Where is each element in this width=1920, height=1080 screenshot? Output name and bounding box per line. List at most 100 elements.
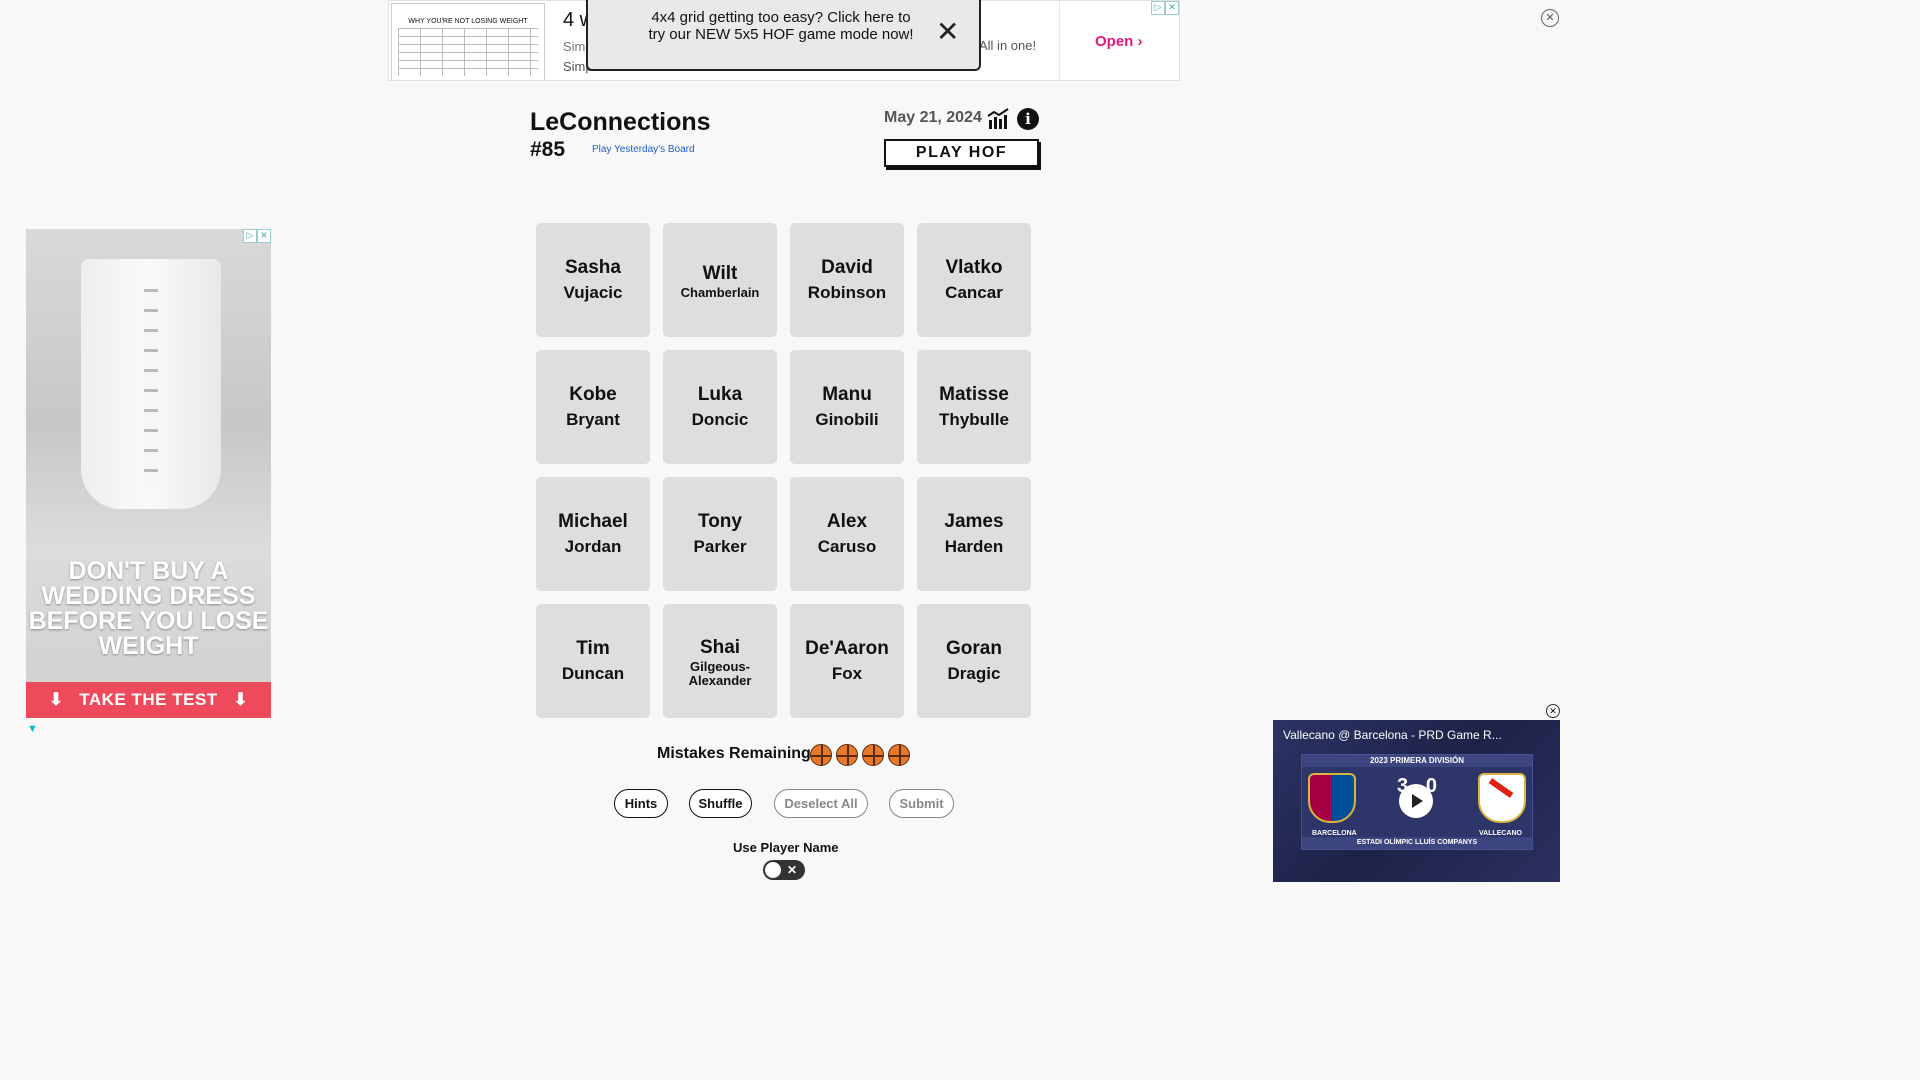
player-first-name: Wilt	[702, 262, 738, 284]
player-last-name: Vujacic	[563, 283, 623, 302]
ad-info-icon[interactable]: ▷	[1151, 1, 1165, 15]
toggle-knob	[765, 862, 781, 878]
arrow-down-icon: ⬇	[48, 690, 64, 709]
submit-button[interactable]: Submit	[889, 789, 954, 818]
stats-icon[interactable]	[987, 108, 1011, 130]
left-ad-headline: DON'T BUY A WEDDING DRESS BEFORE YOU LOS…	[28, 557, 269, 660]
ad-close-icon[interactable]: ✕	[257, 229, 271, 243]
player-first-name: Vlatko	[945, 257, 1003, 278]
away-team: VALLECANO	[1478, 830, 1522, 837]
ad-tagline: All in one!	[979, 38, 1037, 53]
close-icon[interactable]: ✕	[1541, 9, 1559, 27]
player-first-name: David	[821, 257, 873, 278]
ad-thumbnail-title: WHY YOU'RE NOT LOSING WEIGHT	[408, 18, 528, 25]
player-first-name: Sasha	[565, 257, 621, 278]
chevron-right-icon: ›	[1137, 33, 1143, 50]
ad-thumbnail-grid	[398, 28, 538, 76]
player-last-name: Bryant	[566, 410, 620, 429]
ad-thumbnail: WHY YOU'RE NOT LOSING WEIGHT	[391, 3, 545, 80]
basketball-icon	[862, 744, 884, 766]
yesterday-board-link[interactable]: Play Yesterday's Board	[592, 144, 695, 155]
player-tile[interactable]: Vlatko Cancar	[917, 223, 1031, 337]
ad-close-icon[interactable]: ✕	[1165, 1, 1179, 15]
player-last-name: Ginobili	[815, 410, 879, 429]
player-last-name: Gilgeous-Alexander	[688, 658, 752, 688]
shuffle-button[interactable]: Shuffle	[689, 789, 752, 818]
video-league: 2023 PRIMERA DIVISIÓN	[1302, 755, 1532, 767]
popup-text[interactable]: 4x4 grid getting too easy? Click here to…	[646, 9, 916, 43]
puzzle-date: May 21, 2024	[884, 109, 982, 126]
video-title: Vallecano @ Barcelona - PRD Game R...	[1283, 728, 1502, 742]
ad-divider	[1059, 1, 1060, 80]
hints-button[interactable]: Hints	[614, 789, 668, 818]
ad-open-label: Open	[1095, 33, 1134, 50]
use-player-name-label: Use Player Name	[733, 840, 839, 855]
left-ad-cta-label: TAKE THE TEST	[79, 690, 218, 709]
arrow-down-icon: ⬇	[233, 690, 249, 709]
ad-open-button[interactable]: Open ›	[1095, 33, 1143, 50]
close-icon[interactable]: ✕	[936, 18, 959, 46]
left-sidebar-ad[interactable]: DON'T BUY A WEDDING DRESS BEFORE YOU LOS…	[26, 229, 271, 718]
player-last-name: Cancar	[945, 283, 1003, 302]
ad-marker-icon[interactable]: ▼	[27, 723, 38, 735]
deselect-all-button[interactable]: Deselect All	[774, 789, 868, 818]
play-hof-button[interactable]: PLAY HOF	[884, 139, 1039, 167]
info-icon[interactable]: i	[1017, 108, 1039, 130]
player-last-name: Fox	[831, 664, 863, 683]
player-last-name: Jordan	[564, 537, 622, 556]
player-first-name: Tim	[576, 638, 610, 659]
player-first-name: Tony	[698, 511, 742, 532]
player-first-name: Kobe	[569, 384, 617, 405]
player-last-name: Chamberlain	[680, 284, 760, 300]
player-tile[interactable]: Michael Jordan	[536, 477, 650, 591]
player-last-name: Parker	[693, 537, 747, 556]
player-last-name: Thybulle	[939, 410, 1009, 429]
basketball-icon	[888, 744, 910, 766]
player-tile[interactable]: Kobe Bryant	[536, 350, 650, 464]
close-icon[interactable]: ✕	[1546, 704, 1560, 718]
player-tile[interactable]: Wilt Chamberlain	[663, 223, 777, 337]
player-last-name: Caruso	[817, 537, 877, 556]
player-first-name: De'Aaron	[805, 638, 889, 659]
home-team: BARCELONA	[1312, 830, 1357, 837]
play-icon[interactable]	[1399, 784, 1433, 818]
player-first-name: Luka	[697, 384, 743, 405]
left-ad-cta-button[interactable]: ⬇ TAKE THE TEST ⬇	[26, 682, 271, 718]
player-tile[interactable]: Matisse Thybulle	[917, 350, 1031, 464]
player-last-name: Robinson	[807, 283, 887, 302]
player-first-name: Manu	[822, 384, 872, 405]
page-title: LeConnections	[530, 108, 711, 136]
player-tile[interactable]: Tony Parker	[663, 477, 777, 591]
basketball-icon	[810, 744, 832, 766]
player-last-name: Doncic	[691, 410, 749, 429]
ad-image-lacing	[144, 289, 158, 489]
player-tile[interactable]: Tim Duncan	[536, 604, 650, 718]
player-last-name: Harden	[944, 537, 1004, 556]
player-first-name: Alex	[826, 511, 868, 532]
player-first-name: Goran	[946, 638, 1002, 659]
video-ad-player[interactable]: Vallecano @ Barcelona - PRD Game R... 20…	[1273, 720, 1560, 882]
close-icon: ✕	[786, 863, 797, 877]
player-tile[interactable]: Sasha Vujacic	[536, 223, 650, 337]
player-tile[interactable]: De'Aaron Fox	[790, 604, 904, 718]
player-first-name: Shai	[699, 636, 741, 658]
player-tile[interactable]: Alex Caruso	[790, 477, 904, 591]
player-tile[interactable]: Luka Doncic	[663, 350, 777, 464]
use-player-name-toggle[interactable]: ✕	[763, 860, 805, 880]
ad-choices[interactable]: ▷ ✕	[1151, 1, 1179, 15]
player-last-name: Duncan	[561, 664, 625, 683]
player-first-name: Michael	[558, 511, 628, 532]
mistakes-indicator	[810, 744, 910, 766]
player-tile[interactable]: James Harden	[917, 477, 1031, 591]
player-tile[interactable]: David Robinson	[790, 223, 904, 337]
player-tile[interactable]: Shai Gilgeous-Alexander	[663, 604, 777, 718]
player-first-name: Matisse	[939, 384, 1009, 405]
puzzle-number: #85	[530, 138, 566, 161]
mistakes-label: Mistakes Remaining:	[657, 745, 817, 762]
ad-info-icon[interactable]: ▷	[243, 229, 257, 243]
player-tile[interactable]: Manu Ginobili	[790, 350, 904, 464]
player-tile[interactable]: Goran Dragic	[917, 604, 1031, 718]
basketball-icon	[836, 744, 858, 766]
ad-choices[interactable]: ▷ ✕	[243, 229, 271, 243]
hof-promo-popup[interactable]: 4x4 grid getting too easy? Click here to…	[586, 0, 981, 71]
